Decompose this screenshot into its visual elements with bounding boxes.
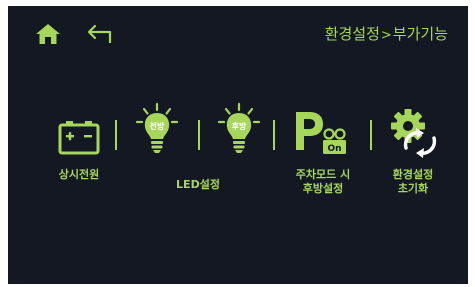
top-bar: 환경설정>부가기능	[8, 6, 468, 58]
parking-camera-icon: On	[296, 112, 346, 154]
menu-item-label-line1: 환경설정	[392, 168, 434, 181]
breadcrumb-current: 부가기능	[392, 25, 448, 43]
divider	[115, 120, 117, 150]
menu-item-constant-power[interactable]: 상시전원	[34, 96, 124, 181]
breadcrumb: 환경설정>부가기능	[325, 22, 448, 46]
bulb-label: 후방	[232, 121, 247, 131]
menu-item-label-line1: 주차모드 시	[295, 168, 351, 181]
home-icon	[36, 24, 60, 44]
on-badge: On	[327, 144, 341, 154]
menu-item-label: 환경설정 초기화	[368, 168, 458, 196]
gear-reset-icon	[391, 109, 437, 158]
menu-item-led-settings[interactable]: 전방 후방 LED설정	[123, 96, 273, 191]
menu-item-reset-settings[interactable]: 환경설정 초기화	[368, 96, 458, 195]
menu-item-parking-rear[interactable]: On 주차모드 시 후방설정	[278, 96, 368, 195]
bulb-label: 전방	[150, 121, 165, 131]
menu-item-label: 상시전원	[58, 168, 100, 181]
menu-item-label-line2: 초기화	[397, 182, 429, 195]
home-button[interactable]	[34, 22, 62, 46]
battery-icon	[58, 121, 100, 155]
divider	[273, 120, 275, 150]
menu-item-label: LED설정	[176, 178, 220, 191]
breadcrumb-separator: >	[380, 28, 392, 43]
menu-item-label-line2: 후방설정	[302, 182, 344, 195]
menu-item-label: 주차모드 시 후방설정	[278, 168, 368, 196]
device-screen: 환경설정>부가기능 상시전원 전방 후방 LED설정 On 주차모드 시 후방설…	[8, 6, 468, 284]
breadcrumb-parent[interactable]: 환경설정	[325, 25, 380, 43]
back-arrow-icon	[87, 24, 112, 43]
back-button[interactable]	[84, 22, 114, 46]
rear-bulb-icon: 후방	[217, 102, 261, 153]
front-bulb-icon: 전방	[135, 102, 179, 153]
divider	[198, 120, 200, 150]
feature-menu: 상시전원 전방 후방 LED설정 On 주차모드 시 후방설정 환경설정 초기화	[8, 96, 468, 216]
